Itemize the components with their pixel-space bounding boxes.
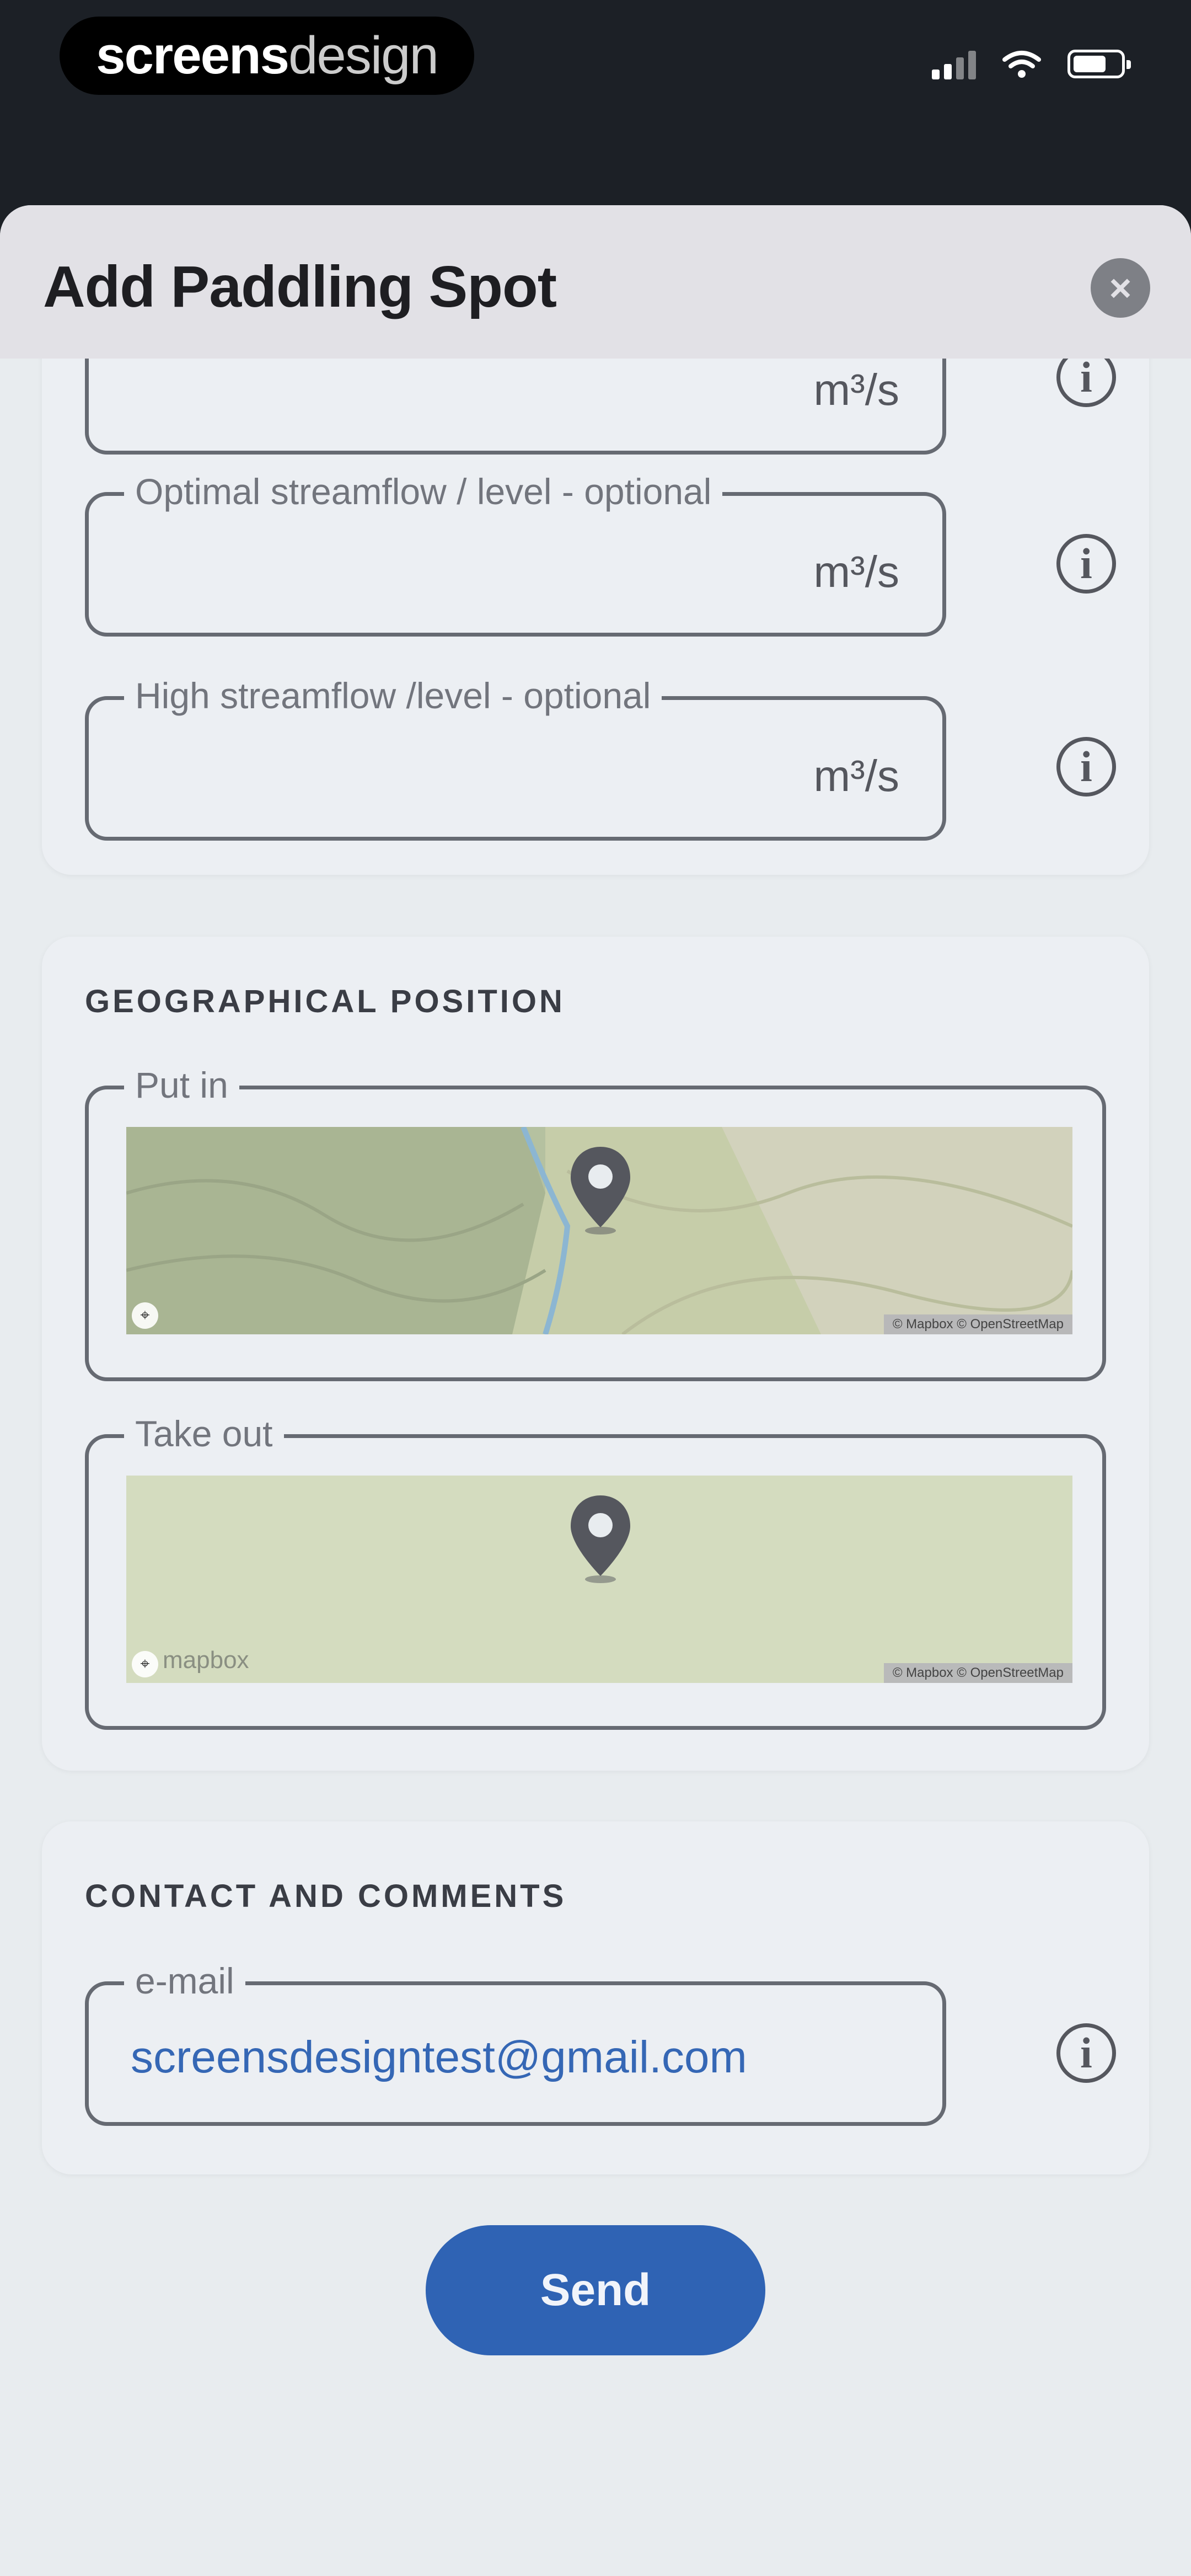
mapbox-logo-icon: ⌖ [132, 1302, 158, 1329]
put-in-map[interactable]: ⌖ © Mapbox © OpenStreetMap [126, 1127, 1072, 1334]
map-pin-icon[interactable] [567, 1145, 634, 1235]
contact-card: CONTACT AND COMMENTS e-mail screensdesig… [42, 1821, 1149, 2174]
close-icon[interactable]: × [1091, 258, 1150, 318]
map-pin-icon[interactable] [567, 1493, 634, 1584]
cellular-signal-icon [932, 49, 976, 79]
field-unit: m³/s [813, 365, 899, 414]
brand-logo: screens design [60, 17, 474, 95]
take-out-map[interactable]: ⌖ mapbox © Mapbox © OpenStreetMap [126, 1476, 1072, 1683]
geo-position-card: GEOGRAPHICAL POSITION Put in ⌖ © Mapbox … [42, 937, 1149, 1771]
field-unit: m³/s [813, 751, 899, 800]
map-attribution[interactable]: © Mapbox © OpenStreetMap [883, 1663, 1072, 1683]
info-icon[interactable]: i [1056, 534, 1116, 594]
info-icon[interactable]: i [1056, 737, 1116, 797]
email-field[interactable]: e-mail screensdesigntest@gmail.com [85, 1960, 946, 2126]
wifi-icon [1002, 51, 1041, 78]
optimal-streamflow-field[interactable]: Optimal streamflow / level - optional m³… [85, 471, 946, 637]
section-title: GEOGRAPHICAL POSITION [85, 984, 565, 1019]
field-label: High streamflow /level - optional [124, 675, 662, 717]
info-icon[interactable]: i [1056, 2023, 1116, 2083]
field-label: Take out [124, 1413, 284, 1455]
high-streamflow-field[interactable]: High streamflow /level - optional m³/s [85, 675, 946, 841]
email-value[interactable]: screensdesigntest@gmail.com [131, 2032, 747, 2083]
status-icons [932, 49, 1131, 79]
sheet-header: Add Paddling Spot × [0, 205, 1191, 359]
put-in-map-field[interactable]: Put in ⌖ © Mapbox © OpenStreetMap [85, 1064, 1106, 1381]
field-unit: m³/s [813, 547, 899, 596]
battery-icon [1067, 50, 1131, 78]
field-label: Put in [124, 1064, 239, 1106]
battery-fill [1074, 56, 1106, 72]
field-label: Optimal streamflow / level - optional [124, 471, 723, 512]
field-label: e-mail [124, 1960, 245, 2002]
send-button[interactable]: Send [426, 2225, 765, 2355]
mapbox-logo-text: mapbox [163, 1647, 249, 1674]
map-attribution[interactable]: © Mapbox © OpenStreetMap [883, 1314, 1072, 1334]
page-title: Add Paddling Spot [43, 254, 557, 319]
take-out-map-field[interactable]: Take out ⌖ mapbox © Mapbox © OpenStreetM… [85, 1413, 1106, 1730]
mapbox-logo-icon: ⌖ [132, 1651, 158, 1677]
brand-logo-bold: screens [96, 26, 289, 85]
brand-logo-light: design [288, 26, 439, 85]
section-title: CONTACT AND COMMENTS [85, 1878, 567, 1914]
add-spot-sheet: m³/s i Optimal streamflow / level - opti… [0, 205, 1191, 2576]
status-bar: screens design [0, 0, 1191, 210]
